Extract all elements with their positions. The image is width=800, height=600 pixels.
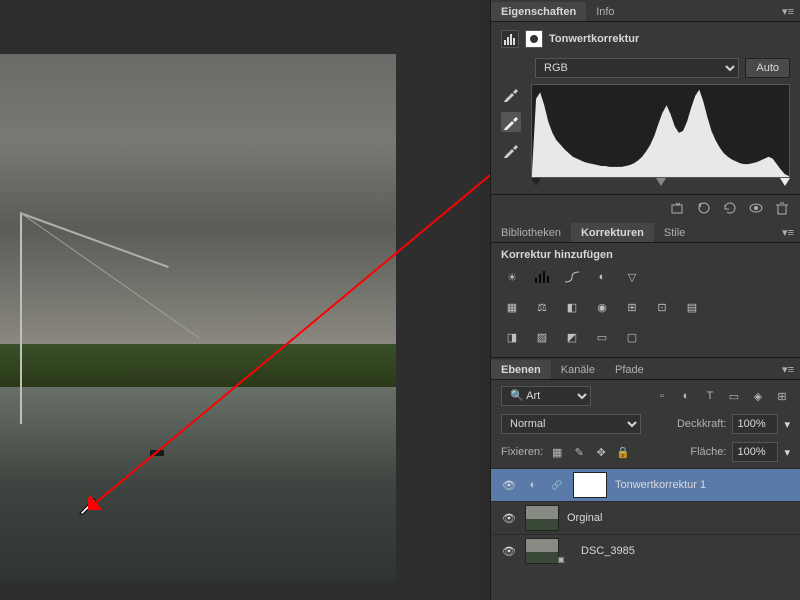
layer-adjustment-icon: ◐ bbox=[525, 477, 541, 493]
color-balance-icon[interactable]: ⚖ bbox=[531, 297, 553, 317]
lock-pixels-icon[interactable]: ▦ bbox=[549, 444, 565, 460]
previous-state-icon[interactable] bbox=[696, 201, 712, 215]
document-image[interactable] bbox=[0, 54, 396, 582]
properties-footer bbox=[491, 194, 800, 221]
filter-shape-icon[interactable]: ▭ bbox=[726, 388, 742, 404]
image-sky-region bbox=[0, 54, 396, 344]
layers-flyout-icon[interactable]: ▾≡ bbox=[776, 360, 800, 379]
threshold-icon[interactable]: ◩ bbox=[561, 327, 583, 347]
shadow-slider[interactable] bbox=[531, 178, 541, 186]
filter-smart-icon[interactable]: ◈ bbox=[750, 388, 766, 404]
histogram bbox=[501, 84, 790, 184]
smart-object-badge-icon: ▣ bbox=[553, 551, 569, 567]
hue-sat-icon[interactable]: ▦ bbox=[501, 297, 523, 317]
histogram-box[interactable] bbox=[531, 84, 790, 178]
visibility-icon[interactable] bbox=[748, 201, 764, 215]
adjustment-icons-row2: ▦ ⚖ ◧ ◉ ⊞ ⊡ ▤ bbox=[491, 297, 800, 327]
exposure-icon[interactable]: ◐ bbox=[591, 267, 613, 287]
layer-name[interactable]: Tonwertkorrektur 1 bbox=[615, 479, 706, 491]
posterize-icon[interactable]: ▨ bbox=[531, 327, 553, 347]
photo-filter-icon[interactable]: ◉ bbox=[591, 297, 613, 317]
bw-icon[interactable]: ◧ bbox=[561, 297, 583, 317]
fill-chevron-icon[interactable]: ▾ bbox=[784, 446, 790, 459]
lock-label: Fixieren: bbox=[501, 446, 543, 458]
layer-row[interactable]: 👁 ▣ DSC_3985 bbox=[491, 534, 800, 567]
vibrance-icon[interactable]: ▽ bbox=[621, 267, 643, 287]
tab-bibliotheken[interactable]: Bibliotheken bbox=[491, 223, 571, 242]
corrections-heading: Korrektur hinzufügen bbox=[491, 243, 800, 263]
white-point-eyedropper-icon[interactable] bbox=[501, 140, 521, 160]
lock-brush-icon[interactable]: ✎ bbox=[571, 444, 587, 460]
image-boat bbox=[150, 450, 164, 456]
selective-color-icon[interactable]: ▢ bbox=[621, 327, 643, 347]
document-canvas[interactable] bbox=[0, 0, 480, 600]
fill-input[interactable] bbox=[732, 442, 778, 462]
fill-label: Fläche: bbox=[690, 446, 726, 458]
layer-thumbnail[interactable] bbox=[525, 505, 559, 531]
tab-kanaele[interactable]: Kanäle bbox=[551, 360, 605, 379]
adjustment-icons: ☀ ◐ ▽ bbox=[491, 263, 800, 297]
adjustment-icons-row3: ◨ ▨ ◩ ▭ ▢ bbox=[491, 327, 800, 357]
layer-filter-select[interactable]: 🔍 Art bbox=[501, 386, 591, 406]
opacity-chevron-icon[interactable]: ▾ bbox=[784, 418, 790, 431]
filter-toggle-icon[interactable]: ⊞ bbox=[774, 388, 790, 404]
clip-to-layer-icon[interactable] bbox=[670, 201, 686, 215]
levels-adj-icon[interactable] bbox=[531, 267, 553, 287]
lut-icon[interactable]: ▤ bbox=[681, 297, 703, 317]
channel-mixer-icon[interactable]: ⊞ bbox=[621, 297, 643, 317]
blend-mode-select[interactable]: Normal bbox=[501, 414, 641, 434]
lock-all-icon[interactable]: 🔒 bbox=[615, 444, 631, 460]
opacity-input[interactable] bbox=[732, 414, 778, 434]
eyedropper-cursor-icon bbox=[78, 495, 98, 515]
tab-stile[interactable]: Stile bbox=[654, 223, 695, 242]
layer-mask-thumbnail[interactable] bbox=[573, 472, 607, 498]
link-icon[interactable]: 🔗 bbox=[549, 477, 565, 493]
midtone-slider[interactable] bbox=[656, 178, 666, 186]
layers-tabrow: Ebenen Kanäle Pfade ▾≡ bbox=[491, 358, 800, 380]
layer-name[interactable]: DSC_3985 bbox=[581, 545, 635, 557]
layer-name[interactable]: Orginal bbox=[567, 512, 602, 524]
tab-korrekturen[interactable]: Korrekturen bbox=[571, 223, 654, 242]
properties-section: Tonwertkorrektur RGB Auto bbox=[491, 22, 800, 194]
black-point-eyedropper-icon[interactable] bbox=[501, 84, 521, 104]
filter-adjustment-icon[interactable]: ◐ bbox=[678, 388, 694, 404]
gradient-map-icon[interactable]: ▭ bbox=[591, 327, 613, 347]
opacity-label: Deckkraft: bbox=[677, 418, 727, 430]
properties-flyout-icon[interactable]: ▾≡ bbox=[776, 2, 800, 21]
lock-position-icon[interactable]: ✥ bbox=[593, 444, 609, 460]
color-lookup-icon[interactable]: ⊡ bbox=[651, 297, 673, 317]
trash-icon[interactable] bbox=[774, 201, 790, 215]
layer-row[interactable]: 👁 ◐ 🔗 Tonwertkorrektur 1 bbox=[491, 468, 800, 501]
gray-point-eyedropper-icon[interactable] bbox=[501, 112, 521, 132]
levels-icon bbox=[501, 30, 519, 48]
visibility-toggle-icon[interactable]: 👁 bbox=[501, 479, 517, 492]
properties-tabrow: Eigenschaften Info ▾≡ bbox=[491, 0, 800, 22]
filter-type-icon[interactable]: T bbox=[702, 388, 718, 404]
auto-button[interactable]: Auto bbox=[745, 58, 790, 78]
curves-icon[interactable] bbox=[561, 267, 583, 287]
tab-eigenschaften[interactable]: Eigenschaften bbox=[491, 2, 586, 21]
layer-row[interactable]: 👁 Orginal bbox=[491, 501, 800, 534]
corrections-flyout-icon[interactable]: ▾≡ bbox=[776, 223, 800, 242]
tab-pfade[interactable]: Pfade bbox=[605, 360, 654, 379]
image-land-region bbox=[0, 344, 396, 386]
image-mast bbox=[20, 212, 22, 423]
visibility-toggle-icon[interactable]: 👁 bbox=[501, 545, 517, 558]
filter-pixel-icon[interactable]: ▫ bbox=[654, 388, 670, 404]
corrections-tabrow: Bibliotheken Korrekturen Stile ▾≡ bbox=[491, 221, 800, 243]
highlight-slider[interactable] bbox=[780, 178, 790, 186]
brightness-contrast-icon[interactable]: ☀ bbox=[501, 267, 523, 287]
mask-icon[interactable] bbox=[525, 30, 543, 48]
invert-icon[interactable]: ◨ bbox=[501, 327, 523, 347]
tab-ebenen[interactable]: Ebenen bbox=[491, 360, 551, 379]
adjustment-title: Tonwertkorrektur bbox=[549, 33, 639, 45]
reset-icon[interactable] bbox=[722, 201, 738, 215]
channel-select[interactable]: RGB bbox=[535, 58, 739, 78]
visibility-toggle-icon[interactable]: 👁 bbox=[501, 512, 517, 525]
tab-info[interactable]: Info bbox=[586, 2, 624, 21]
image-water-region bbox=[0, 387, 396, 582]
